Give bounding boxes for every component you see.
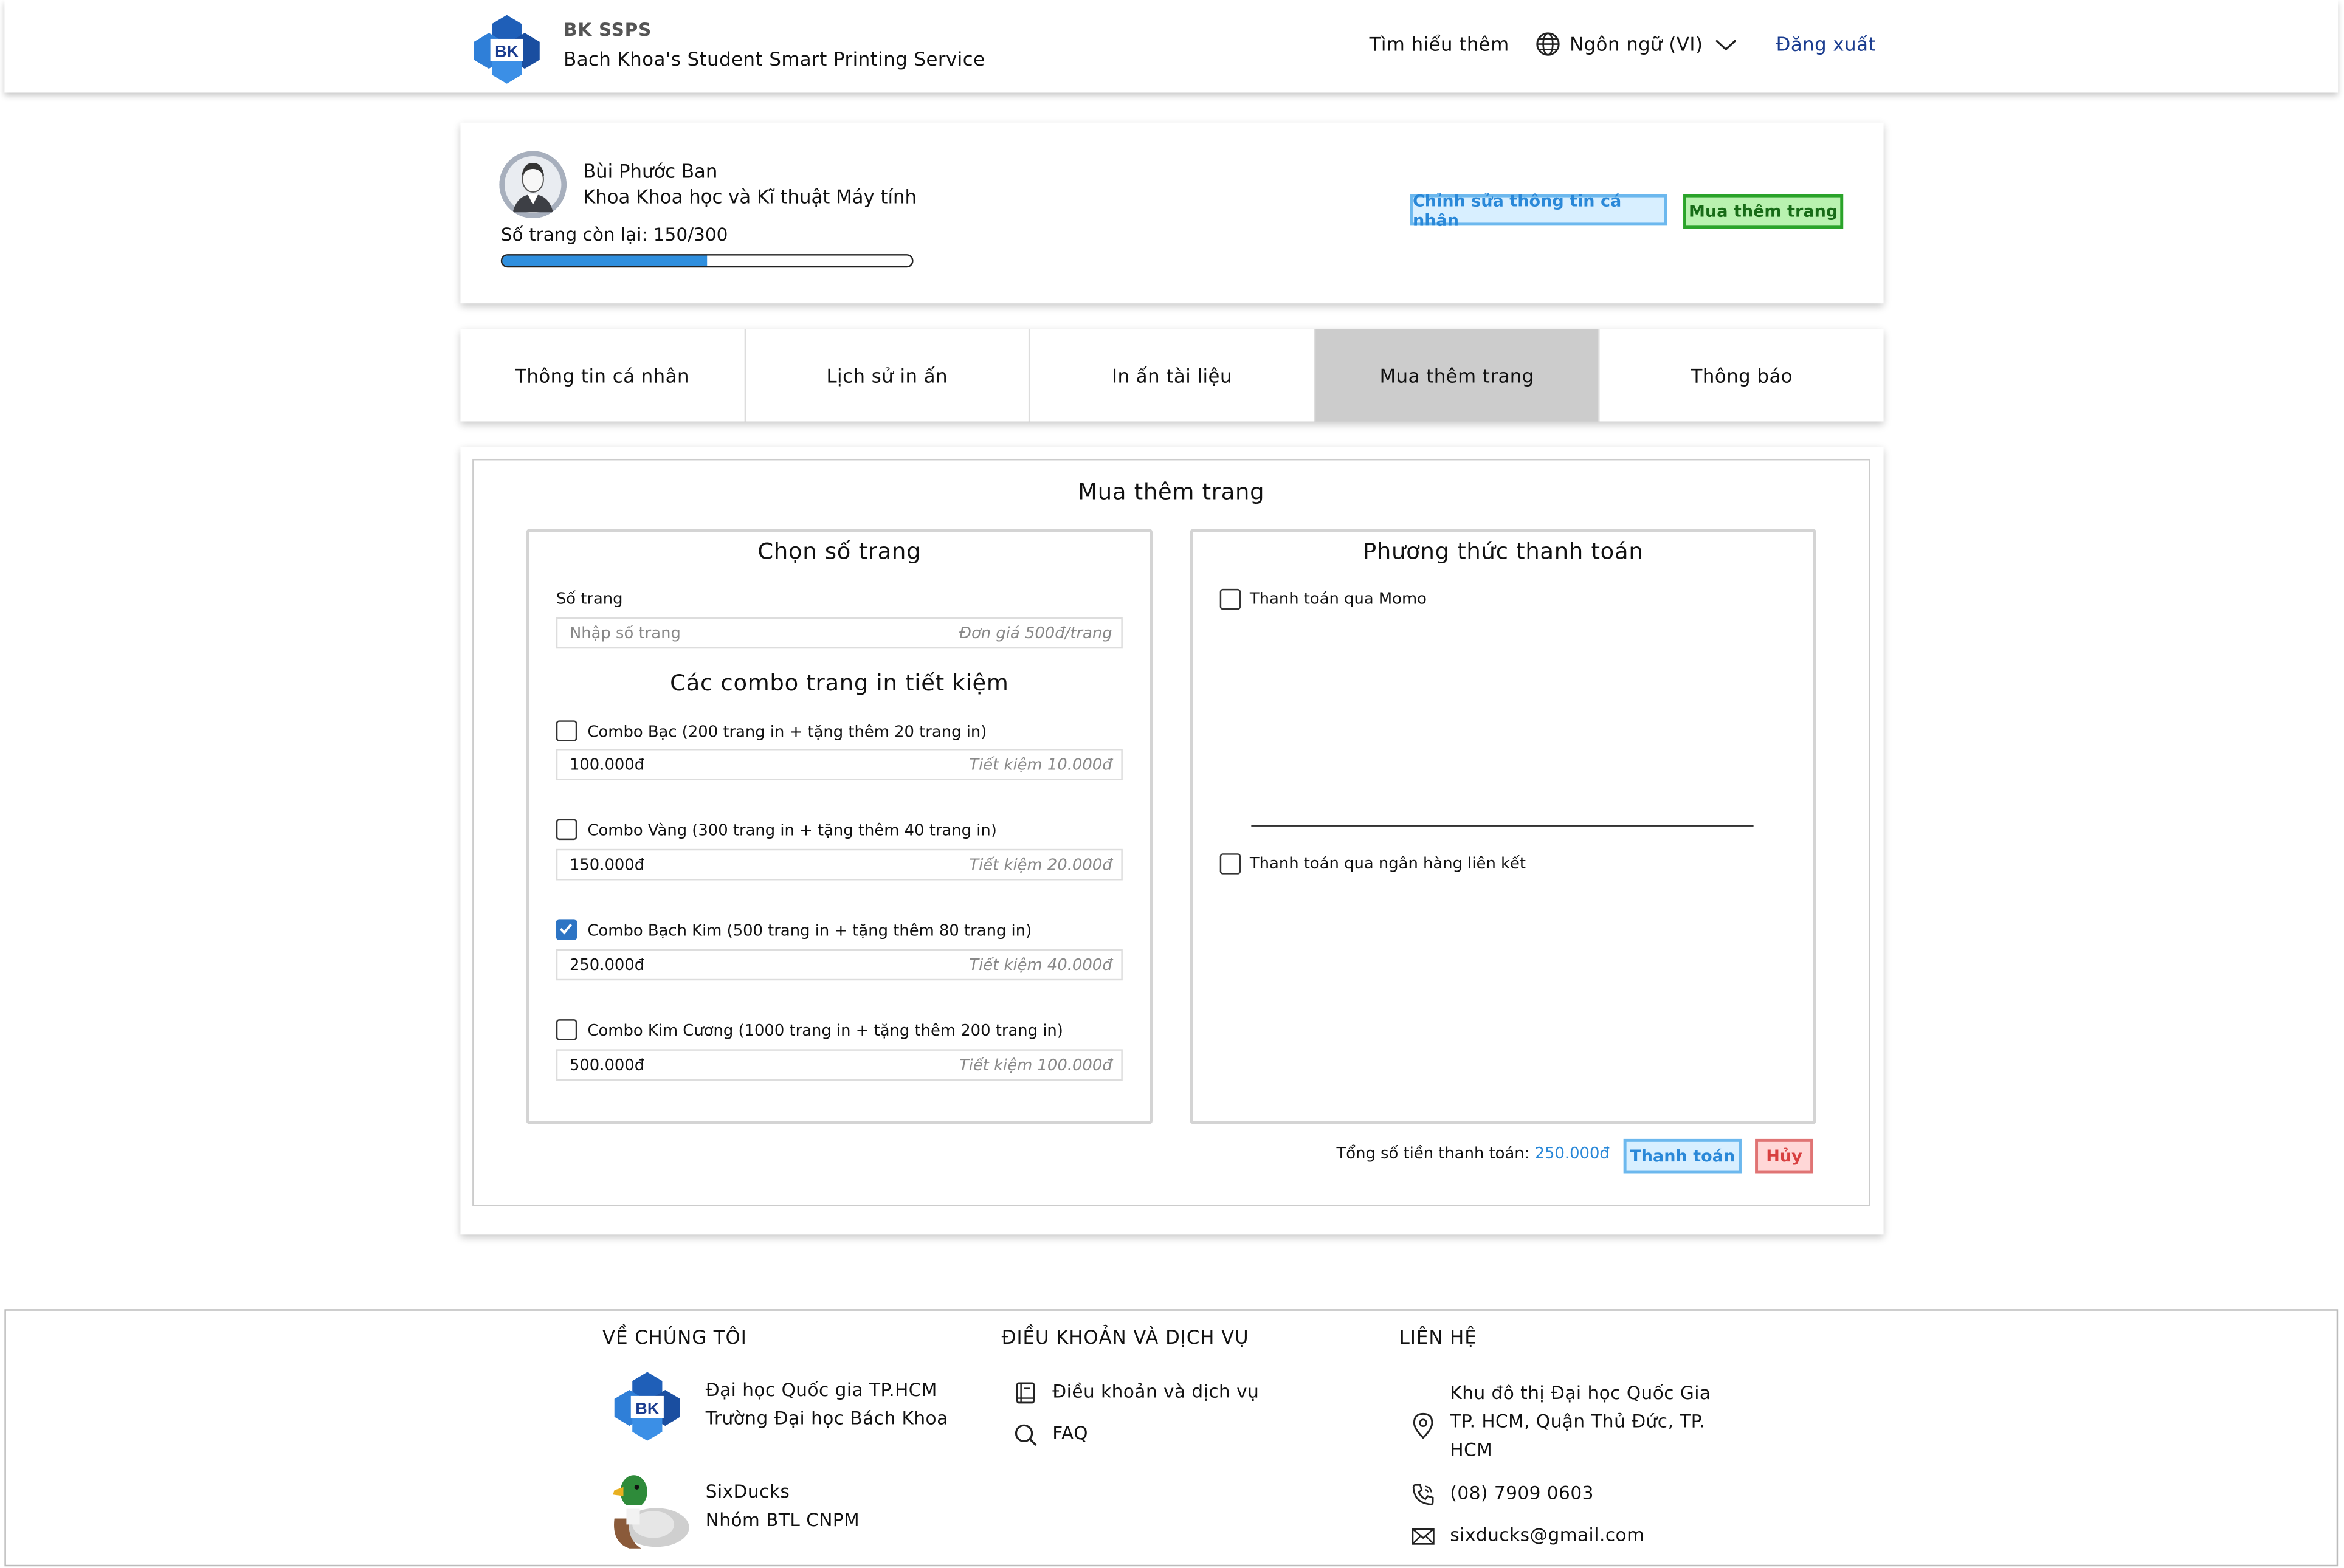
- learn-more-link[interactable]: Tìm hiểu thêm: [1370, 33, 1509, 55]
- footer-about-title: VỀ CHÚNG TÔI: [602, 1326, 747, 1349]
- footer-university-line2: Trường Đại học Bách Khoa: [705, 1408, 948, 1429]
- combo-silver-label: Combo Bạc (200 trang in + tặng thêm 20 t…: [587, 723, 987, 741]
- contact-address-line2: TP. HCM, Quận Thủ Đức, TP.: [1450, 1411, 1706, 1432]
- tab-buy-pages[interactable]: Mua thêm trang: [1315, 329, 1601, 422]
- combo-gold-saving: Tiết kiệm 20.000đ: [969, 855, 1112, 874]
- pages-remaining-text: Số trang còn lại: 150/300: [500, 224, 728, 246]
- phone-icon: [1411, 1483, 1435, 1507]
- page-count-label: Số trang: [556, 590, 623, 608]
- total-amount-value: 250.000đ: [1534, 1144, 1610, 1163]
- globe-icon: [1536, 32, 1561, 57]
- profile-card: [460, 122, 1884, 304]
- combo-silver-checkbox[interactable]: [556, 720, 577, 741]
- contact-email[interactable]: sixducks@gmail.com: [1450, 1521, 1644, 1550]
- cancel-button[interactable]: Hủy: [1755, 1138, 1814, 1174]
- pay-button[interactable]: Thanh toán: [1623, 1138, 1742, 1174]
- tab-notifications[interactable]: Thông báo: [1600, 329, 1883, 421]
- combo-diamond-label: Combo Kim Cương (1000 trang in + tặng th…: [587, 1022, 1063, 1040]
- purchase-title: Mua thêm trang: [1078, 478, 1265, 506]
- edit-profile-button[interactable]: Chỉnh sửa thông tin cá nhân: [1410, 191, 1667, 229]
- pages-progress-fill: [502, 255, 708, 266]
- logout-link[interactable]: Đăng xuất: [1776, 33, 1876, 55]
- combo-silver-price: 100.000đ: [569, 755, 645, 774]
- combo-diamond-checkbox[interactable]: [556, 1019, 577, 1040]
- unit-price-hint: Đơn giá 500đ/trang: [959, 624, 1112, 642]
- avatar-icon: [499, 151, 567, 219]
- buy-pages-button[interactable]: Mua thêm trang: [1683, 194, 1844, 229]
- footer-contact-title: LIÊN HỆ: [1399, 1326, 1477, 1349]
- main-tabs: Thông tin cá nhân Lịch sử in ấn In ấn tà…: [460, 329, 1884, 422]
- total-amount-label: Tổng số tiền thanh toán:: [1336, 1144, 1530, 1163]
- brand-subtitle: Bach Khoa's Student Smart Printing Servi…: [564, 47, 985, 70]
- svg-text:BK: BK: [635, 1399, 660, 1417]
- pages-progress-bar: [500, 254, 914, 268]
- contact-phone[interactable]: (08) 7909 0603: [1450, 1480, 1593, 1508]
- combo-diamond-price-field: 500.000đ Tiết kiệm 100.000đ: [556, 1049, 1123, 1081]
- combo-gold-label: Combo Vàng (300 trang in + tặng thêm 40 …: [587, 822, 997, 841]
- page-stage: BK BK SSPS Bach Khoa's Student Smart Pri…: [0, 0, 2344, 1568]
- book-icon: [1013, 1381, 1037, 1405]
- footer-university-line1: Đại học Quốc gia TP.HCM: [705, 1379, 937, 1401]
- payment-method-box: [1190, 529, 1816, 1124]
- footer-terms-title: ĐIỀU KHOẢN VÀ DỊCH VỤ: [1001, 1326, 1249, 1349]
- combo-platinum-price: 250.000đ: [569, 955, 645, 974]
- combo-platinum-label: Combo Bạch Kim (500 trang in + tặng thêm…: [587, 922, 1032, 940]
- chevron-down-icon: [1715, 36, 1737, 52]
- tab-personal-info[interactable]: Thông tin cá nhân: [460, 329, 746, 422]
- payment-divider: [1251, 825, 1754, 827]
- page-count-placeholder: Nhập số trang: [569, 624, 681, 642]
- combo-gold-checkbox[interactable]: [556, 819, 577, 841]
- page-count-input[interactable]: Nhập số trang Đơn giá 500đ/trang: [556, 617, 1123, 649]
- footer-team-line1: SixDucks: [705, 1481, 790, 1502]
- combo-gold-price-field: 150.000đ Tiết kiệm 20.000đ: [556, 848, 1123, 881]
- combo-platinum-checkbox[interactable]: [556, 919, 577, 940]
- duck-logo-icon: [605, 1468, 692, 1550]
- footer-team-line2: Nhóm BTL CNPM: [705, 1509, 860, 1531]
- profile-name: Bùi Phước Ban: [583, 160, 718, 183]
- combo-gold-price: 150.000đ: [569, 855, 645, 874]
- contact-address-line1: Khu đô thị Đại học Quốc Gia: [1450, 1382, 1711, 1404]
- language-label: Ngôn ngữ (VI): [1570, 33, 1703, 55]
- combo-platinum-saving: Tiết kiệm 40.000đ: [969, 955, 1112, 974]
- brand-title: BK SSPS: [564, 19, 652, 41]
- combo-platinum-price-field: 250.000đ Tiết kiệm 40.000đ: [556, 949, 1123, 981]
- bank-label: Thanh toán qua ngân hàng liên kết: [1249, 854, 1526, 873]
- svg-text:BK: BK: [495, 42, 519, 60]
- bk-footer-logo-icon: BK: [612, 1372, 683, 1441]
- combo-diamond-saving: Tiết kiệm 100.000đ: [959, 1056, 1112, 1074]
- language-selector[interactable]: Ngôn ngữ (VI): [1536, 32, 1737, 57]
- top-header: [4, 0, 2339, 93]
- combo-silver-price-field: 100.000đ Tiết kiệm 10.000đ: [556, 749, 1123, 780]
- combos-title: Các combo trang in tiết kiệm: [670, 669, 1009, 696]
- mail-icon: [1411, 1524, 1435, 1548]
- location-pin-icon: [1411, 1412, 1435, 1439]
- combo-silver-saving: Tiết kiệm 10.000đ: [969, 755, 1112, 774]
- contact-address-line3: HCM: [1450, 1439, 1493, 1460]
- momo-checkbox[interactable]: [1219, 588, 1241, 610]
- tab-print-documents[interactable]: In ấn tài liệu: [1030, 329, 1315, 422]
- search-icon: [1013, 1423, 1037, 1446]
- faq-link[interactable]: FAQ: [1052, 1420, 1088, 1448]
- checkmark-icon: [559, 923, 572, 935]
- terms-link[interactable]: Điều khoản và dịch vụ: [1052, 1378, 1259, 1406]
- payment-method-title: Phương thức thanh toán: [1362, 538, 1644, 565]
- total-amount: Tổng số tiền thanh toán: 250.000đ: [1337, 1145, 1610, 1163]
- bank-checkbox[interactable]: [1219, 853, 1241, 875]
- combo-diamond-price: 500.000đ: [569, 1056, 645, 1074]
- select-pages-title: Chọn số trang: [757, 538, 922, 565]
- momo-label: Thanh toán qua Momo: [1249, 590, 1427, 608]
- profile-department: Khoa Khoa học và Kĩ thuật Máy tính: [583, 185, 917, 208]
- bk-logo-icon[interactable]: BK: [471, 15, 543, 84]
- tab-print-history[interactable]: Lịch sử in ấn: [745, 329, 1030, 422]
